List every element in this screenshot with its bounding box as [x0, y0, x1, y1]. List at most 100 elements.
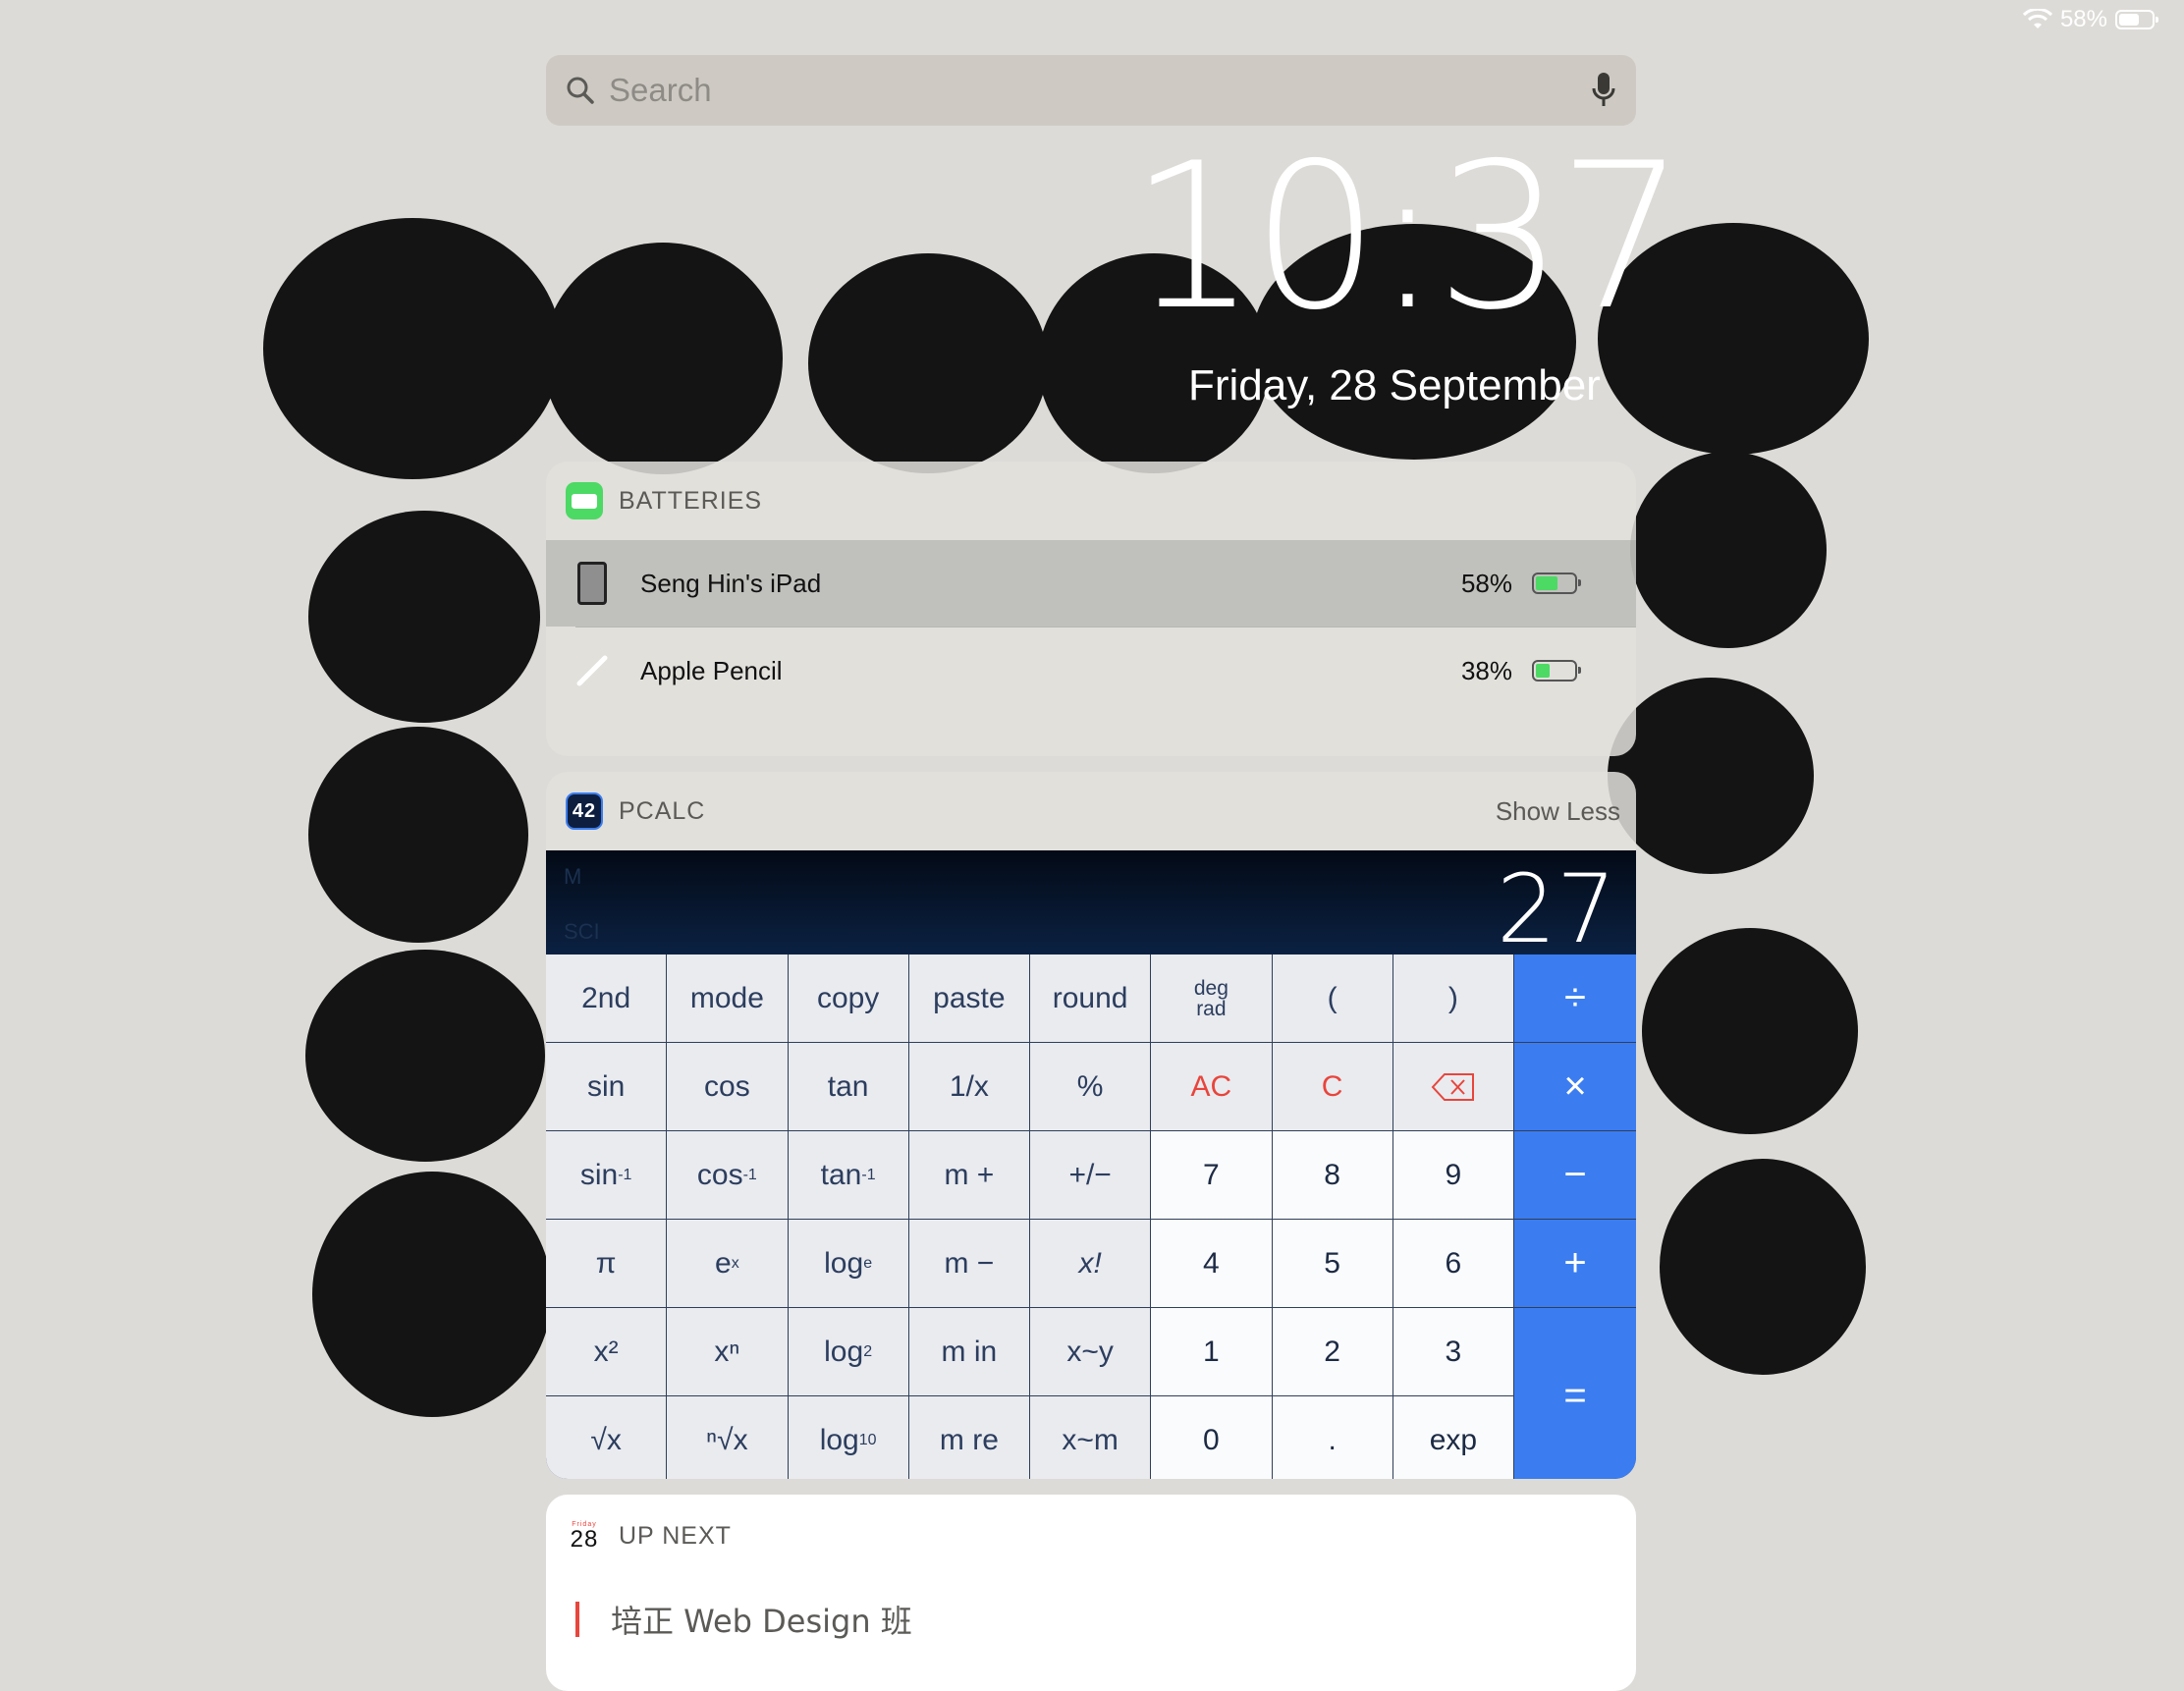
- event-title: 培正 Web Design 班: [611, 1603, 912, 1640]
- key-deg-rad[interactable]: deg rad: [1151, 955, 1272, 1042]
- key-all-clear[interactable]: AC: [1151, 1043, 1272, 1130]
- pcalc-widget: 42 PCALC Show Less M SCI 27 2nd mode cop…: [546, 772, 1636, 1479]
- key-open-paren[interactable]: (: [1272, 955, 1392, 1042]
- widget-title: UP NEXT: [619, 1521, 732, 1550]
- key-nth-root[interactable]: ⁿ√x: [667, 1396, 788, 1479]
- key-paste[interactable]: paste: [908, 955, 1029, 1042]
- key-clear[interactable]: C: [1272, 1043, 1392, 1130]
- key-minus[interactable]: −: [1514, 1131, 1636, 1219]
- search-bar[interactable]: Search: [546, 55, 1636, 126]
- key-subscript: e: [863, 1254, 873, 1272]
- device-battery-icon: [1532, 660, 1581, 682]
- key-backspace[interactable]: [1392, 1043, 1513, 1130]
- calc-result: 27: [1496, 854, 1616, 964]
- widget-header[interactable]: Friday 28 UP NEXT: [546, 1495, 1636, 1577]
- battery-percent: 58%: [2059, 6, 2107, 32]
- key-label: log: [824, 1246, 864, 1280]
- key-sqrt[interactable]: √x: [546, 1396, 667, 1479]
- key-power[interactable]: xⁿ: [667, 1308, 788, 1395]
- key-copy[interactable]: copy: [788, 955, 908, 1042]
- key-log-10[interactable]: log 10: [788, 1396, 908, 1479]
- key-7[interactable]: 7: [1151, 1131, 1272, 1219]
- key-memory-recall[interactable]: m re: [908, 1396, 1029, 1479]
- device-percent: 38%: [1460, 655, 1512, 685]
- key-equals[interactable]: =: [1514, 1308, 1636, 1479]
- device-battery-icon: [1532, 573, 1581, 594]
- lock-time: 10:37: [1129, 121, 1686, 355]
- device-percent: 58%: [1460, 568, 1512, 598]
- key-divide[interactable]: ÷: [1514, 955, 1636, 1042]
- key-8[interactable]: 8: [1272, 1131, 1392, 1219]
- key-reciprocal[interactable]: 1/x: [908, 1043, 1029, 1130]
- mode-indicator: SCI: [564, 919, 600, 944]
- key-close-paren[interactable]: ): [1392, 955, 1513, 1042]
- key-sin[interactable]: sin: [546, 1043, 667, 1130]
- key-log-e[interactable]: log e: [788, 1220, 908, 1307]
- key-superscript: -1: [618, 1166, 632, 1183]
- key-swap-xy[interactable]: x~y: [1030, 1308, 1151, 1395]
- key-4[interactable]: 4: [1151, 1220, 1272, 1307]
- key-2nd[interactable]: 2nd: [546, 955, 667, 1042]
- key-plus-minus[interactable]: +/−: [1030, 1131, 1151, 1219]
- key-5[interactable]: 5: [1272, 1220, 1392, 1307]
- key-e-power[interactable]: ex: [667, 1220, 788, 1307]
- key-round[interactable]: round: [1030, 955, 1151, 1042]
- status-bar: 58%: [2022, 6, 2158, 33]
- key-memory-plus[interactable]: m +: [908, 1131, 1029, 1219]
- key-3[interactable]: 3: [1392, 1308, 1513, 1395]
- key-superscript: x: [731, 1254, 739, 1272]
- search-placeholder: Search: [609, 72, 712, 108]
- key-subscript: 2: [863, 1342, 873, 1360]
- key-tan[interactable]: tan: [788, 1043, 908, 1130]
- key-pi[interactable]: π: [546, 1220, 667, 1307]
- key-arccos[interactable]: cos -1: [667, 1131, 788, 1219]
- calendar-icon: Friday 28: [566, 1521, 603, 1552]
- ipad-icon: [575, 562, 609, 605]
- key-subscript: 10: [858, 1431, 877, 1448]
- battery-row-ipad: Seng Hin's iPad 58%: [546, 540, 1636, 627]
- key-factorial[interactable]: x!: [1030, 1220, 1151, 1307]
- show-less-button[interactable]: Show Less: [1496, 796, 1620, 827]
- lock-date: Friday, 28 September: [1188, 361, 1601, 409]
- key-label: log: [824, 1335, 864, 1368]
- key-superscript: -1: [861, 1166, 876, 1183]
- widget-header[interactable]: 42 PCALC Show Less: [546, 772, 1636, 850]
- wifi-icon: [2022, 9, 2052, 28]
- key-1[interactable]: 1: [1151, 1308, 1272, 1395]
- key-6[interactable]: 6: [1392, 1220, 1513, 1307]
- key-cos[interactable]: cos: [667, 1043, 788, 1130]
- pencil-icon: [575, 654, 609, 687]
- memory-indicator: M: [564, 864, 582, 889]
- key-2[interactable]: 2: [1272, 1308, 1392, 1395]
- event-color-bar: [575, 1602, 579, 1637]
- battery-row-pencil: Apple Pencil 38%: [546, 627, 1636, 714]
- key-arcsin[interactable]: sin -1: [546, 1131, 667, 1219]
- key-0[interactable]: 0: [1151, 1396, 1272, 1479]
- microphone-icon[interactable]: [1591, 71, 1616, 110]
- key-9[interactable]: 9: [1392, 1131, 1513, 1219]
- key-exp[interactable]: exp: [1392, 1396, 1513, 1479]
- event-item[interactable]: 培正 Web Design 班: [575, 1597, 912, 1642]
- key-mode[interactable]: mode: [667, 955, 788, 1042]
- key-log-2[interactable]: log 2: [788, 1308, 908, 1395]
- widget-title: BATTERIES: [619, 486, 763, 515]
- key-percent[interactable]: %: [1030, 1043, 1151, 1130]
- key-swap-xm[interactable]: x~m: [1030, 1396, 1151, 1479]
- key-label: log: [819, 1423, 859, 1456]
- key-memory-in[interactable]: m in: [908, 1308, 1029, 1395]
- device-name: Apple Pencil: [640, 655, 783, 685]
- key-plus[interactable]: +: [1514, 1220, 1636, 1307]
- calc-keypad: 2nd mode copy paste round deg rad ( ) ÷ …: [546, 955, 1636, 1479]
- widget-title: PCALC: [619, 796, 706, 825]
- rad-label: rad: [1196, 997, 1227, 1020]
- key-decimal[interactable]: .: [1272, 1396, 1392, 1479]
- search-icon: [567, 77, 594, 104]
- key-multiply[interactable]: ×: [1514, 1043, 1636, 1130]
- batteries-widget: BATTERIES Seng Hin's iPad 58% Apple Penc…: [546, 462, 1636, 756]
- widget-header[interactable]: BATTERIES: [546, 462, 1636, 540]
- key-label: tan: [820, 1158, 862, 1191]
- battery-app-icon: [566, 482, 603, 519]
- key-square[interactable]: x²: [546, 1308, 667, 1395]
- key-memory-minus[interactable]: m −: [908, 1220, 1029, 1307]
- key-arctan[interactable]: tan -1: [788, 1131, 908, 1219]
